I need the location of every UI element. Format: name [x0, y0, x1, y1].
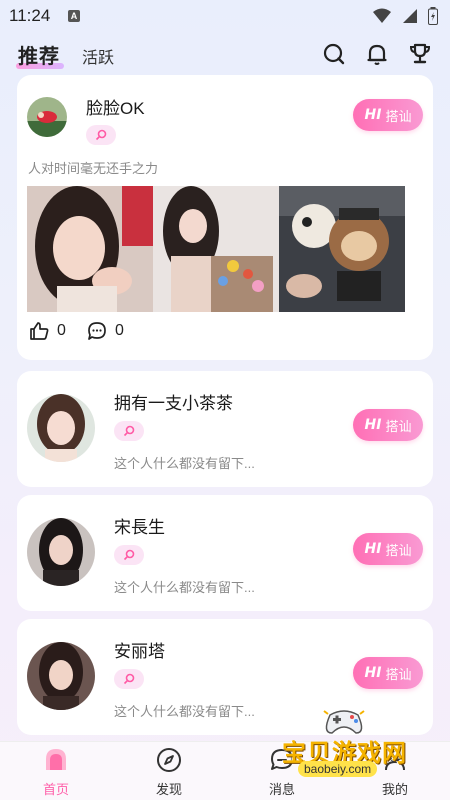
- battery-icon: [428, 7, 438, 25]
- hi-label: 搭讪: [385, 108, 412, 124]
- female-icon: [123, 549, 135, 561]
- hi-greet-button[interactable]: HI 搭讪: [353, 99, 423, 131]
- nav-discover[interactable]: 发现: [139, 746, 199, 798]
- tab-recommend[interactable]: 推荐: [18, 40, 60, 69]
- avatar[interactable]: [27, 642, 95, 710]
- like-count: 0: [57, 322, 66, 339]
- top-nav: 推荐 活跃: [0, 34, 450, 74]
- user-card[interactable]: 拥有一支小茶茶 这个人什么都没有留下... HI 搭讪: [17, 371, 433, 487]
- compass-icon: [157, 748, 181, 772]
- hi-mark: HI: [364, 665, 382, 681]
- photo-plush-toys: [279, 186, 405, 312]
- thumbs-up-icon: [30, 322, 49, 340]
- hi-label: 搭讪: [385, 418, 412, 434]
- hi-label: 搭讪: [385, 542, 412, 558]
- avatar-image: [27, 518, 95, 586]
- nav-label: 首页: [42, 782, 69, 797]
- avatar[interactable]: [27, 97, 67, 137]
- avatar-image: [27, 642, 95, 710]
- user-name[interactable]: 拥有一支小茶茶: [114, 389, 233, 414]
- female-icon: [123, 425, 135, 437]
- user-name[interactable]: 安丽塔: [114, 637, 165, 662]
- featured-post-card[interactable]: 脸脸OK HI 搭讪 人对时间毫无还手之力 0 0: [17, 75, 433, 360]
- user-motto: 这个人什么都没有留下...: [114, 580, 255, 595]
- hi-greet-button[interactable]: HI 搭讪: [353, 409, 423, 441]
- nav-home[interactable]: 首页: [26, 746, 86, 798]
- female-icon: [123, 673, 135, 685]
- post-photo-3[interactable]: [279, 186, 405, 312]
- trophy-icon[interactable]: [408, 42, 432, 66]
- female-icon: [95, 129, 107, 141]
- gender-tag: [86, 125, 116, 145]
- user-name[interactable]: 宋長生: [114, 513, 165, 538]
- hi-mark: HI: [364, 107, 382, 123]
- post-photo-1[interactable]: [27, 186, 153, 312]
- photo-portrait-2: [153, 186, 279, 312]
- avatar-image: [27, 394, 95, 462]
- post-author-name[interactable]: 脸脸OK: [86, 94, 145, 119]
- comment-icon: [88, 322, 106, 340]
- post-text: 人对时间毫无还手之力: [28, 161, 159, 176]
- comment-stat[interactable]: 0: [87, 321, 124, 341]
- hi-greet-button[interactable]: HI 搭讪: [353, 657, 423, 689]
- bell-icon[interactable]: [365, 42, 389, 66]
- watermark-logo: 宝贝游戏网 baobeiy.com: [270, 705, 430, 785]
- user-motto: 这个人什么都没有留下...: [114, 456, 255, 471]
- status-bar: 11:24 A: [0, 0, 450, 32]
- user-motto: 这个人什么都没有留下...: [114, 704, 255, 719]
- status-time: 11:24: [9, 6, 51, 25]
- hi-greet-button[interactable]: HI 搭讪: [353, 533, 423, 565]
- comment-count: 0: [115, 322, 124, 339]
- photo-portrait-1: [27, 186, 153, 312]
- avatar[interactable]: [27, 518, 95, 586]
- hi-mark: HI: [364, 417, 382, 433]
- nav-label: 发现: [155, 782, 182, 797]
- watermark-url: baobeiy.com: [298, 761, 378, 777]
- gender-tag: [114, 669, 144, 689]
- status-icons: [372, 6, 438, 26]
- gender-tag: [114, 421, 144, 441]
- avatar[interactable]: [27, 394, 95, 462]
- avatar-image: [27, 97, 67, 137]
- user-card[interactable]: 宋長生 这个人什么都没有留下... HI 搭讪: [17, 495, 433, 611]
- search-icon[interactable]: [322, 42, 346, 66]
- home-icon: [46, 749, 66, 770]
- hi-label: 搭讪: [385, 666, 412, 682]
- gender-tag: [114, 545, 144, 565]
- gamepad-icon: [323, 710, 365, 734]
- tab-active-users[interactable]: 活跃: [82, 44, 114, 68]
- hi-mark: HI: [364, 541, 382, 557]
- notification-icon: A: [68, 10, 80, 22]
- wifi-icon: [373, 8, 391, 23]
- like-stat[interactable]: 0: [29, 321, 66, 341]
- signal-icon: [403, 9, 417, 23]
- post-photo-2[interactable]: [153, 186, 279, 312]
